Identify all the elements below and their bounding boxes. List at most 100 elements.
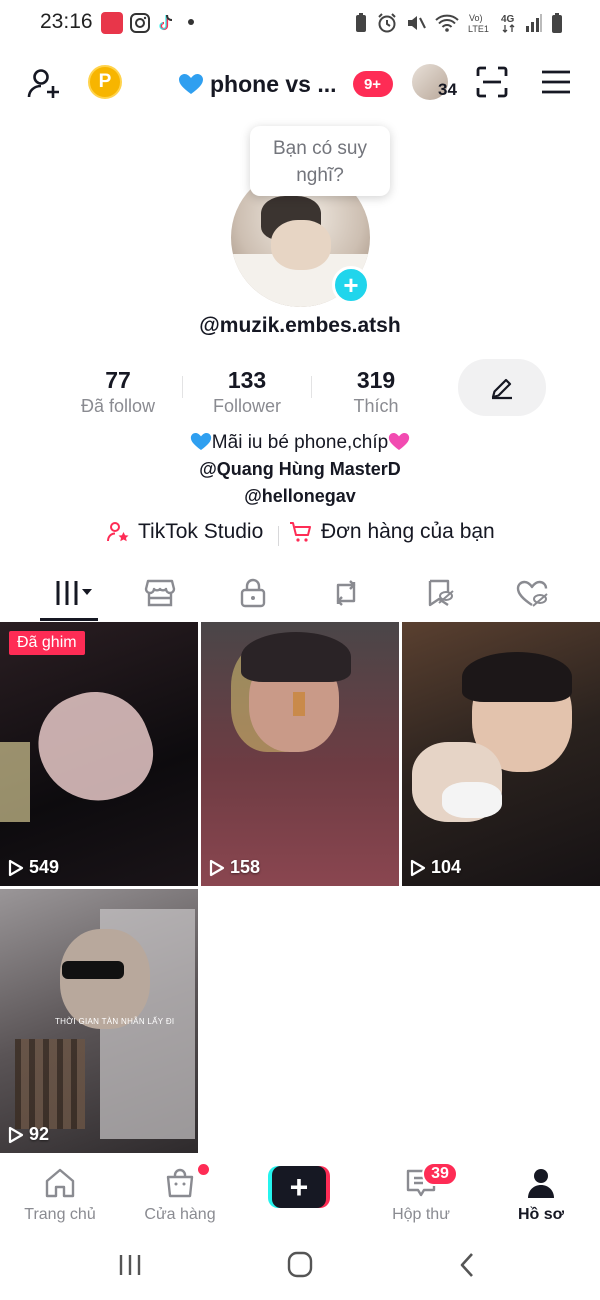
view-count-value: 158 [230, 857, 261, 877]
view-count-value: 104 [431, 857, 462, 877]
username: @muzik.embes.atsh [199, 314, 401, 337]
creator-star-icon [107, 522, 129, 542]
video-tile[interactable]: THỜI GIAN TÀN NHẪN LẤY ĐI 92 [0, 889, 198, 1153]
lock-icon [240, 578, 266, 608]
stat-likes-label: Thích [353, 396, 399, 416]
bookmark-hidden-icon [428, 579, 454, 607]
view-count: 104 [410, 857, 461, 878]
play-icon [8, 859, 24, 876]
stat-following[interactable]: 77 Đã follow [53, 366, 183, 418]
pencil-icon [491, 378, 512, 399]
play-icon [8, 1126, 24, 1143]
stat-following-label: Đã follow [80, 396, 156, 416]
thoughts-tooltip[interactable]: Bạn có suy nghĩ? [250, 126, 390, 196]
link-divider [278, 526, 279, 546]
tooltip-line-2: nghĩ? [296, 165, 344, 186]
nav-inbox-label: Hộp thư [392, 1206, 450, 1223]
profile-header: P phone vs ... 9+ 34 [0, 52, 600, 116]
mute-icon [408, 16, 426, 30]
status-icons: Vo) LTE1 4G [353, 10, 564, 36]
nav-shop[interactable]: Cửa hàng [125, 1166, 235, 1224]
play-icon [410, 859, 426, 876]
tab-liked[interactable] [482, 566, 582, 620]
shopping-bag-icon [166, 1168, 194, 1198]
stat-followers[interactable]: 133 Follower [182, 366, 312, 418]
tiktok-studio-link[interactable]: TikTok Studio [106, 520, 263, 544]
blue-heart-icon [190, 433, 211, 450]
scan-button[interactable] [474, 64, 510, 100]
stat-likes[interactable]: 319 Thích [311, 366, 441, 418]
stat-followers-value: 133 [227, 367, 267, 393]
bio-line-1: Mãi iu bé phone,chíp [0, 432, 600, 454]
bio-mention-1[interactable]: @Quang Hùng MasterD [0, 459, 600, 480]
repost-icon [336, 580, 356, 606]
instagram-icon [129, 12, 151, 34]
inbox-badge: 39 [422, 1162, 458, 1186]
shop-notification-dot [198, 1164, 209, 1175]
profile-icon [528, 1169, 554, 1198]
view-count: 158 [209, 857, 260, 878]
blue-heart-icon [179, 74, 203, 94]
content-tabs [0, 566, 600, 622]
view-count-value: 92 [29, 1124, 50, 1144]
plus-icon: + [343, 269, 359, 300]
profile-links: TikTok Studio Đơn hàng của bạn [0, 520, 600, 550]
signal-icon [526, 14, 542, 32]
home-system-button[interactable] [282, 1250, 318, 1280]
add-friend-button[interactable] [24, 64, 64, 104]
plus-icon: + [289, 1168, 309, 1205]
menu-button[interactable] [538, 66, 574, 98]
video-tile[interactable]: Đã ghim 549 [0, 622, 198, 886]
back-chevron-icon [460, 1253, 473, 1277]
volte-icon: Vo)LTE1 [468, 13, 489, 34]
system-navigation [0, 1236, 600, 1300]
status-time: 23:16 [40, 10, 93, 33]
recents-icon [119, 1255, 141, 1275]
home-circle-icon [287, 1251, 313, 1278]
nav-inbox[interactable]: Hộp thư [366, 1166, 476, 1224]
bio-mention-2[interactable]: @hellonegav [0, 486, 600, 507]
nav-home-label: Trang chủ [24, 1206, 96, 1223]
tab-saved[interactable] [390, 566, 490, 620]
storefront-icon [144, 579, 176, 607]
video-caption: THỜI GIAN TÀN NHẪN LẤY ĐI [55, 1017, 175, 1026]
orders-link[interactable]: Đơn hàng của bạn [289, 520, 495, 544]
tiktok-studio-label: TikTok Studio [138, 520, 264, 543]
notification-badge: 9+ [352, 71, 393, 97]
heart-hidden-icon [516, 580, 548, 607]
home-icon [45, 1168, 75, 1198]
battery-icon [552, 13, 562, 33]
nav-home[interactable]: Trang chủ [5, 1166, 115, 1224]
tooltip-line-1: Bạn có suy [273, 138, 367, 159]
nav-profile[interactable]: Hồ sơ [486, 1166, 596, 1224]
view-count-value: 549 [29, 857, 60, 877]
tab-private[interactable] [203, 566, 303, 620]
edit-profile-button[interactable] [458, 359, 546, 416]
scan-icon [476, 66, 508, 98]
svg-text:Vo): Vo) [469, 13, 483, 23]
sparkling-heart-icon [389, 433, 410, 450]
svg-text:4G: 4G [501, 14, 515, 25]
add-user-icon [27, 69, 59, 98]
notification-dot [188, 19, 194, 25]
tab-reposts[interactable] [296, 566, 396, 620]
manga-toon-icon [101, 12, 123, 34]
tab-shop[interactable] [110, 566, 210, 620]
orders-label: Đơn hàng của bạn [321, 520, 495, 543]
recent-apps-button[interactable] [112, 1250, 148, 1280]
coin-icon[interactable]: P [88, 65, 122, 99]
account-switcher[interactable]: phone vs ... 9+ [178, 66, 393, 102]
status-bar: 23:16 Vo) LTE1 4G [0, 0, 600, 46]
create-button[interactable]: + [268, 1166, 330, 1208]
video-tile[interactable]: 104 [402, 622, 600, 886]
bio-text: Mãi iu bé phone,chíp [211, 432, 389, 453]
back-button[interactable] [450, 1250, 486, 1280]
grid-columns-icon [54, 581, 92, 605]
tab-videos[interactable] [24, 566, 124, 620]
bottom-navigation: Trang chủ Cửa hàng + Hộp thư Hồ sơ [0, 1156, 600, 1230]
stat-followers-label: Follower [212, 396, 282, 416]
add-story-button[interactable]: + [332, 266, 370, 304]
wifi-icon [435, 14, 459, 32]
video-tile[interactable]: 158 [201, 622, 399, 886]
svg-text:LTE1: LTE1 [468, 24, 489, 34]
